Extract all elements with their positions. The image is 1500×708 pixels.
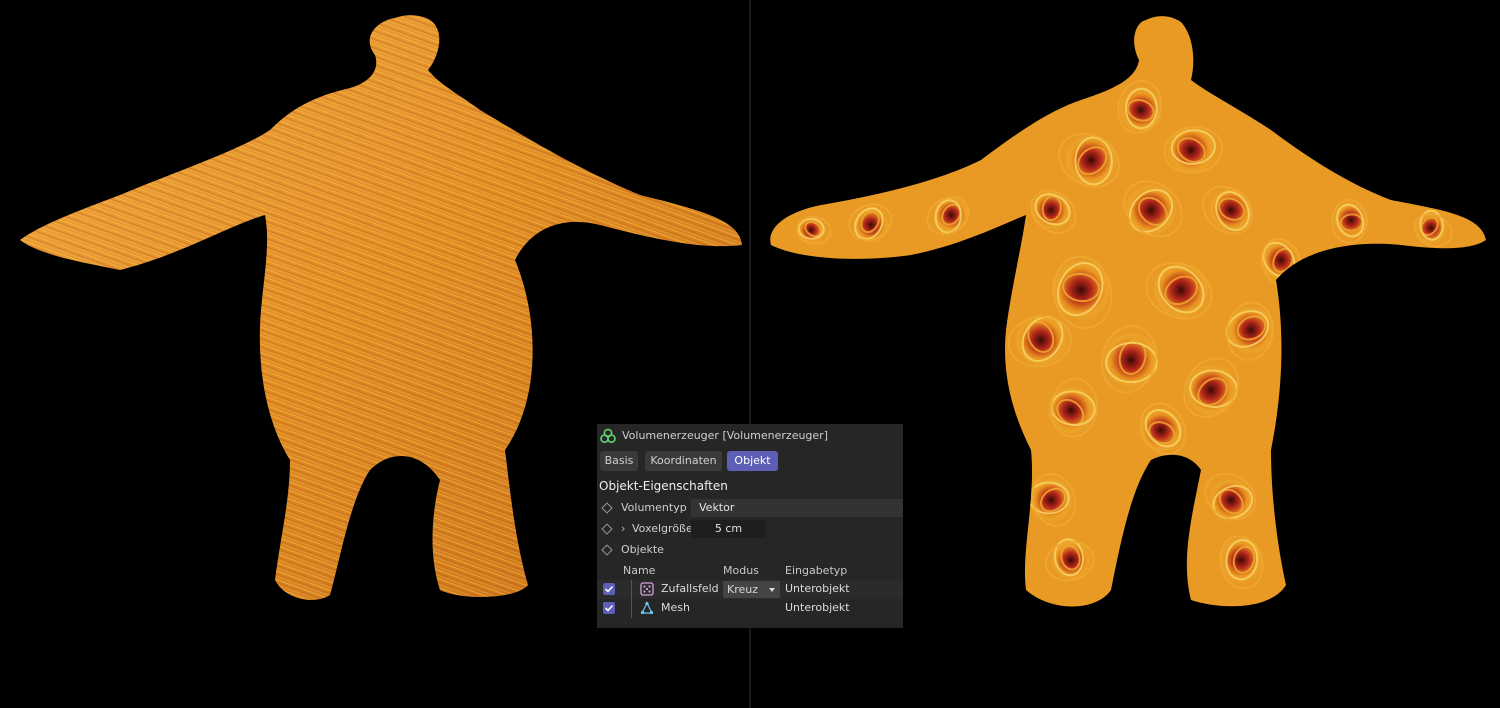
chevron-right-icon[interactable]: › bbox=[621, 522, 625, 535]
volume-builder-icon bbox=[600, 428, 616, 444]
chevron-down-icon bbox=[769, 588, 775, 592]
tab-basis[interactable]: Basis bbox=[600, 451, 638, 471]
input-type-value: Unterobjekt bbox=[785, 582, 850, 595]
object-name[interactable]: Zufallsfeld bbox=[661, 582, 719, 595]
enable-checkbox[interactable] bbox=[603, 583, 615, 595]
keyframe-diamond-icon[interactable] bbox=[601, 502, 613, 514]
volume-type-label: Volumentyp bbox=[621, 501, 687, 514]
object-name[interactable]: Mesh bbox=[661, 601, 690, 614]
attribute-manager-panel: Volumenerzeuger [Volumenerzeuger] Basis … bbox=[597, 424, 903, 628]
panel-title: Volumenerzeuger [Volumenerzeuger] bbox=[622, 429, 828, 442]
objects-row: Objekte bbox=[597, 541, 903, 560]
voxel-size-row: › Voxelgröße 5 cm bbox=[597, 520, 903, 539]
vortex-swirl bbox=[1153, 262, 1209, 318]
vortex-swirl bbox=[1125, 184, 1177, 236]
input-type-value: Unterobjekt bbox=[785, 601, 850, 614]
keyframe-diamond-icon[interactable] bbox=[601, 544, 613, 556]
enable-checkbox[interactable] bbox=[603, 602, 615, 614]
mode-dropdown[interactable]: Kreuz bbox=[723, 581, 780, 598]
table-row[interactable]: Zufallsfeld Kreuz Unterobjekt bbox=[597, 580, 903, 599]
volume-type-row: Volumentyp Vektor bbox=[597, 499, 903, 518]
tree-line bbox=[631, 580, 632, 599]
voxel-size-label: Voxelgröße bbox=[632, 522, 693, 535]
panel-header: Volumenerzeuger [Volumenerzeuger] bbox=[597, 424, 903, 448]
tab-koordinaten[interactable]: Koordinaten bbox=[645, 451, 722, 471]
checkmark-icon bbox=[604, 604, 614, 612]
tab-objekt[interactable]: Objekt bbox=[727, 451, 778, 471]
volume-type-dropdown[interactable]: Vektor bbox=[691, 499, 903, 517]
checkmark-icon bbox=[604, 585, 614, 593]
objects-label: Objekte bbox=[621, 543, 664, 556]
mesh-icon bbox=[640, 601, 654, 615]
column-input-type[interactable]: Eingabetyp bbox=[785, 564, 847, 577]
table-row[interactable]: Mesh Unterobjekt bbox=[597, 599, 903, 618]
random-field-icon bbox=[640, 582, 654, 596]
column-mode[interactable]: Modus bbox=[723, 564, 759, 577]
keyframe-diamond-icon[interactable] bbox=[601, 523, 613, 535]
mode-value: Kreuz bbox=[727, 583, 759, 596]
tree-line bbox=[631, 599, 632, 618]
voxel-size-input[interactable]: 5 cm bbox=[691, 520, 766, 538]
section-title: Objekt-Eigenschaften bbox=[599, 479, 728, 493]
objects-table-header: Name Modus Eingabetyp bbox=[597, 563, 903, 579]
column-name[interactable]: Name bbox=[623, 564, 655, 577]
